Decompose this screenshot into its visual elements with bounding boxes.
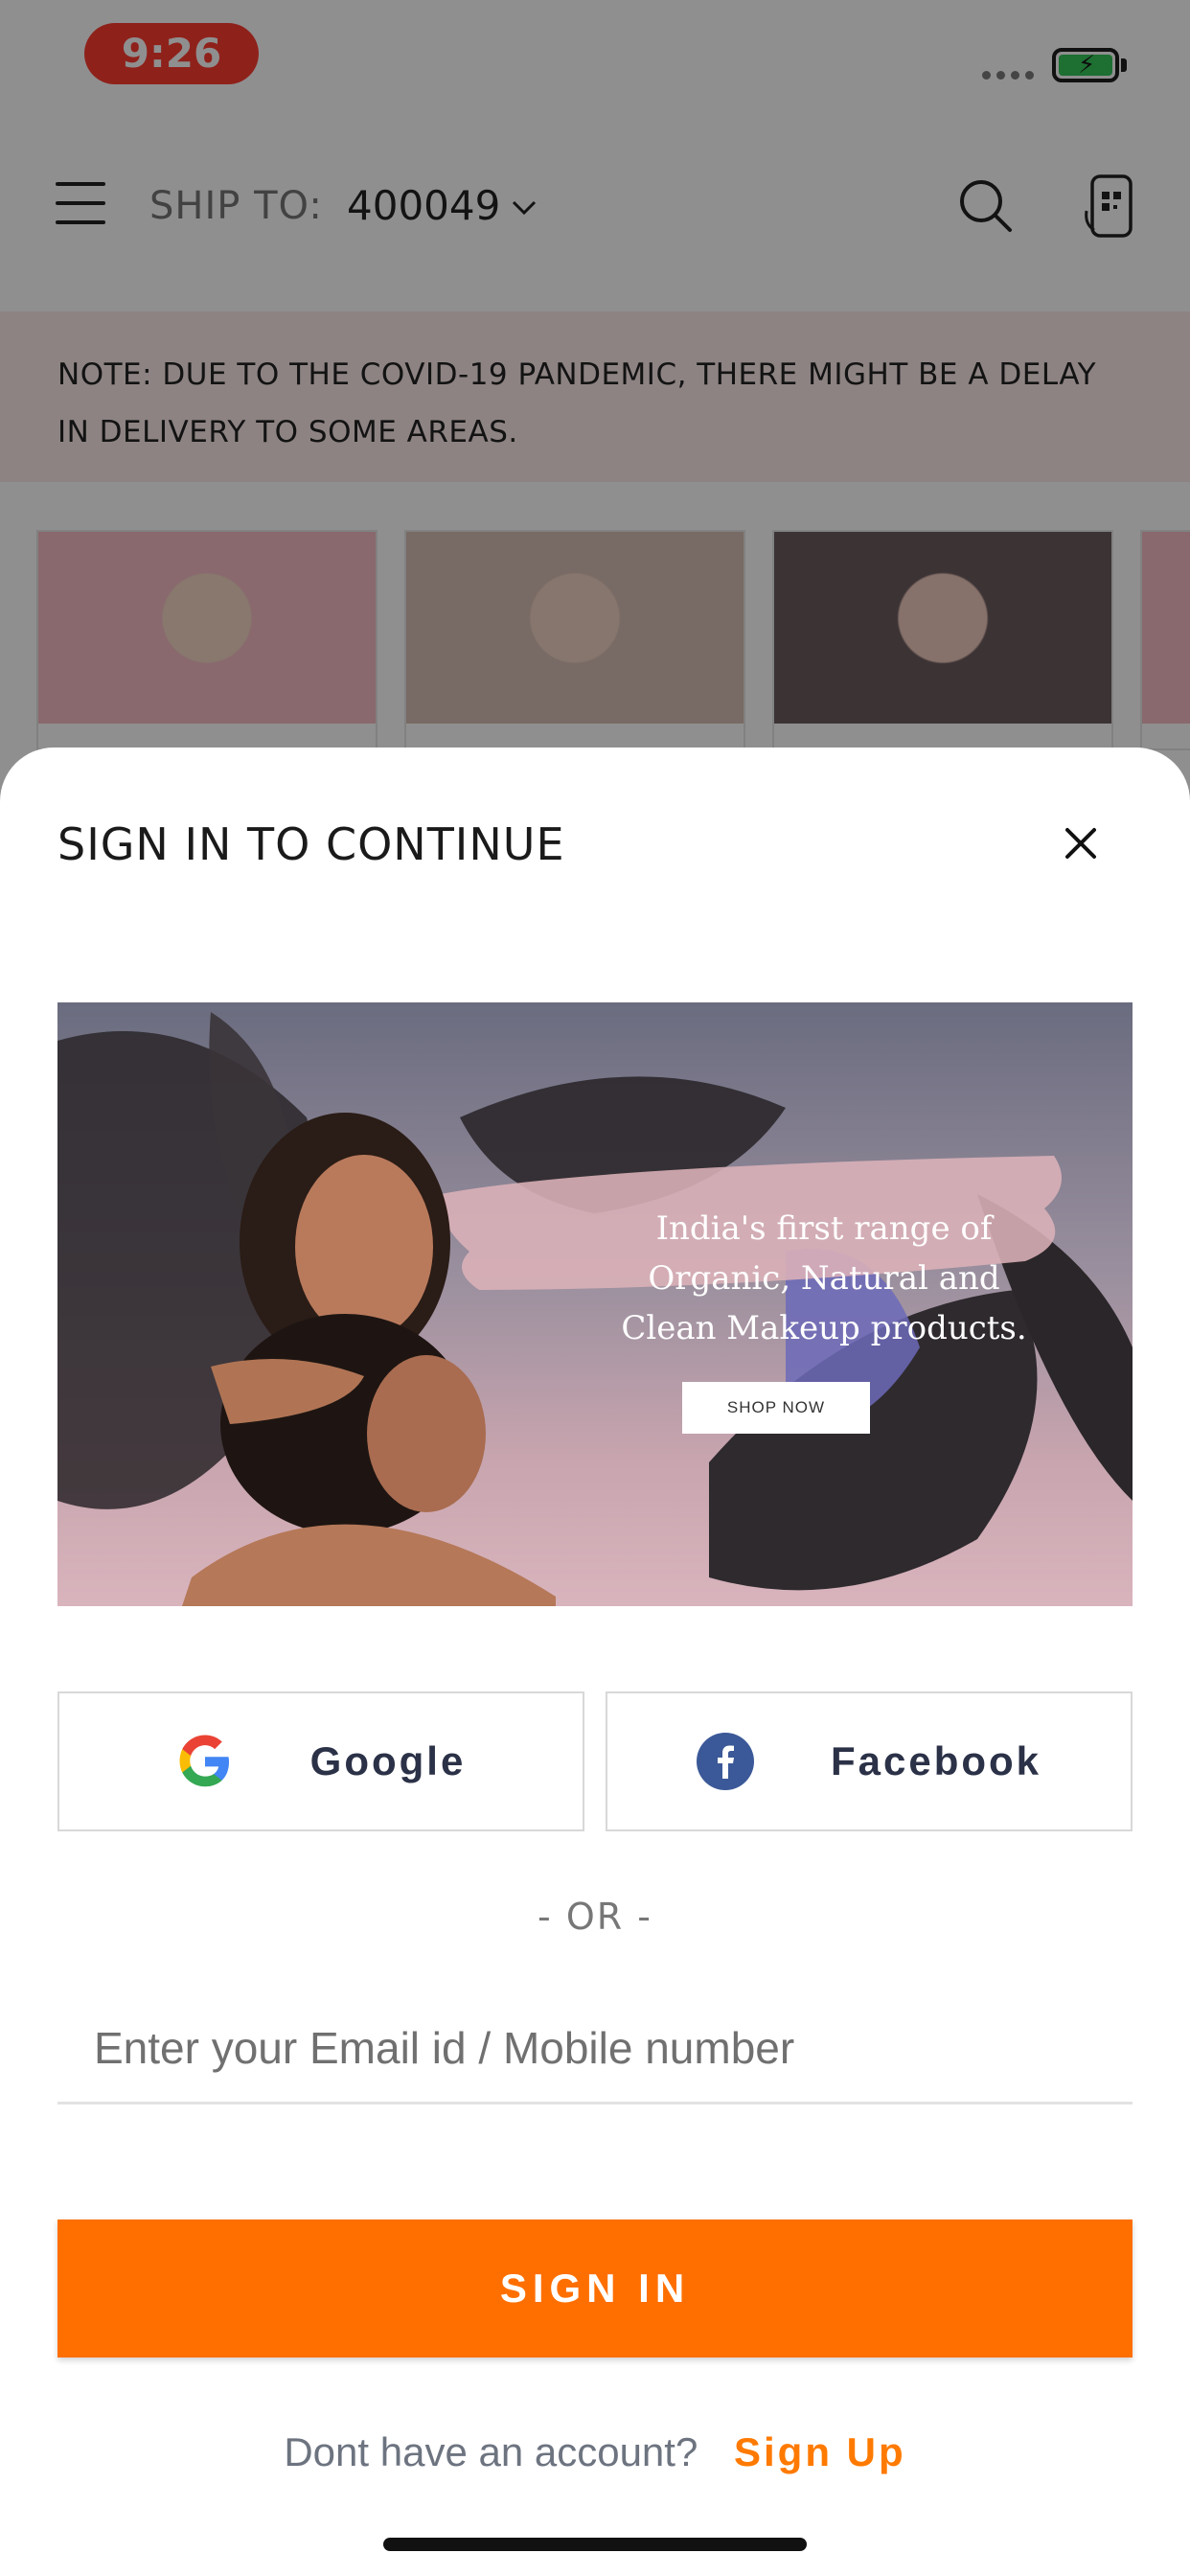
signin-button[interactable]: SIGN IN	[57, 2220, 1133, 2358]
banner-line: Organic, Natural and	[648, 1259, 1000, 1298]
google-label: Google	[309, 1738, 467, 1783]
facebook-icon	[696, 1733, 754, 1790]
or-divider: - OR -	[538, 1896, 652, 1938]
no-account-text: Dont have an account?	[284, 2429, 698, 2474]
banner-line: India's first range of	[655, 1209, 993, 1248]
shop-now-button[interactable]: SHOP NOW	[682, 1382, 870, 1434]
signup-link[interactable]: Sign Up	[734, 2429, 906, 2474]
facebook-signin-button[interactable]: Facebook	[606, 1691, 1133, 1831]
sheet-title: SIGN IN TO CONTINUE	[57, 818, 565, 870]
signup-prompt: Dont have an account? Sign Up	[0, 2429, 1190, 2475]
home-indicator[interactable]	[383, 2538, 807, 2551]
google-icon	[179, 1735, 229, 1787]
google-signin-button[interactable]: Google	[57, 1691, 584, 1831]
close-icon[interactable]	[1062, 824, 1100, 862]
banner-headline: India's first range of Organic, Natural …	[556, 1204, 1092, 1353]
signin-bottom-sheet: SIGN IN TO CONTINUE India's first range …	[0, 748, 1190, 2576]
banner-line: Clean Makeup products.	[621, 1309, 1027, 1347]
email-mobile-input[interactable]	[57, 1993, 1133, 2104]
facebook-label: Facebook	[830, 1738, 1042, 1783]
promo-banner[interactable]: India's first range of Organic, Natural …	[57, 1002, 1133, 1606]
